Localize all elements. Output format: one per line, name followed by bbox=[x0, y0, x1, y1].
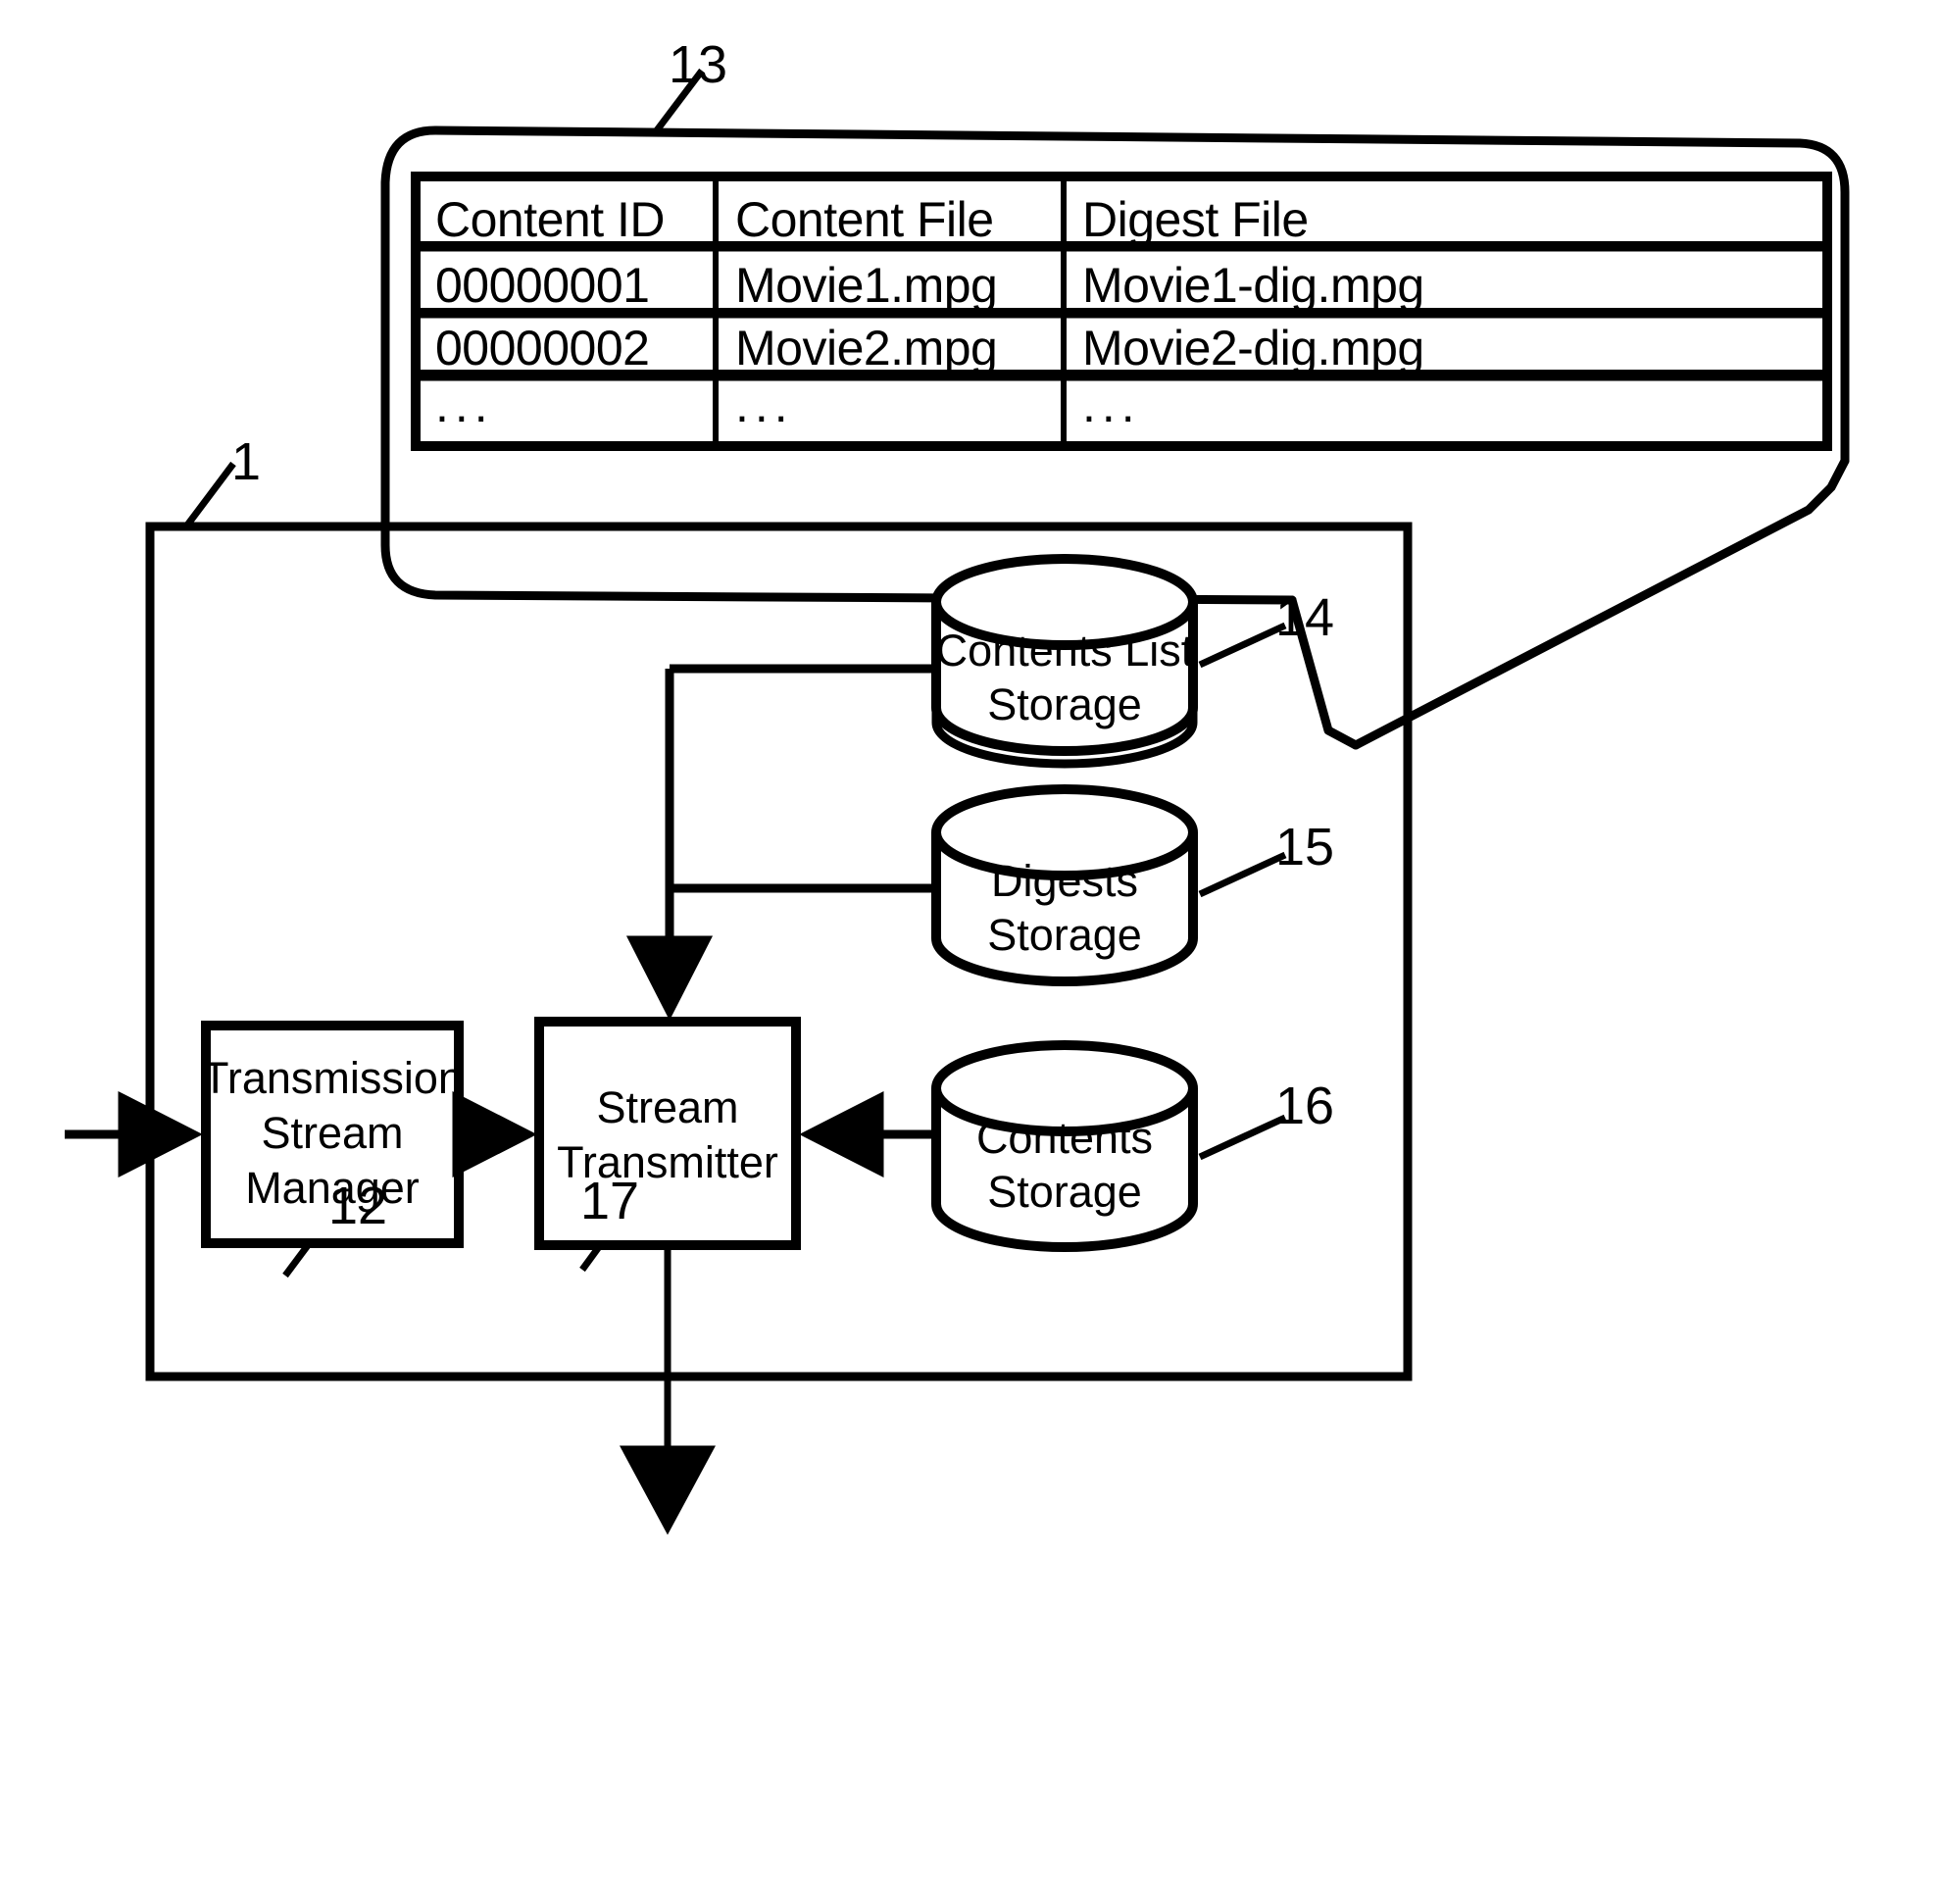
transmission-stream-manager-label-line1: Transmission bbox=[202, 1053, 463, 1103]
table-row: 00000001 bbox=[435, 258, 650, 313]
table-row: Movie1.mpg bbox=[735, 258, 998, 313]
table-header-content-id: Content ID bbox=[435, 192, 666, 247]
contents-storage-label-line2: Storage bbox=[987, 1167, 1142, 1217]
flow-connectors bbox=[65, 664, 934, 1535]
table-row: Movie2.mpg bbox=[735, 321, 998, 376]
table-row: ... bbox=[735, 377, 794, 432]
digests-storage-label-line1: Digests bbox=[990, 856, 1139, 906]
ref-14: 14 bbox=[1275, 588, 1335, 647]
contents-list-storage-label-line1: Contents List bbox=[935, 626, 1194, 676]
contents-storage-label-line1: Contents bbox=[975, 1113, 1154, 1163]
ref-15: 15 bbox=[1275, 818, 1335, 877]
table-header-digest-file: Digest File bbox=[1082, 192, 1309, 247]
ref-16: 16 bbox=[1275, 1077, 1335, 1135]
patent-figure: 13 1 14 15 16 12 17 Content ID Content F… bbox=[0, 0, 1940, 1904]
table-row: 00000002 bbox=[435, 321, 650, 376]
contents-list-storage-label-line2: Storage bbox=[987, 679, 1142, 729]
table-row: Movie1-dig.mpg bbox=[1082, 258, 1424, 313]
table-row: ... bbox=[435, 377, 494, 432]
table-header-content-file: Content File bbox=[735, 192, 994, 247]
transmission-stream-manager-label-line2: Stream bbox=[261, 1108, 404, 1158]
stream-transmitter-label-line2: Transmitter bbox=[557, 1137, 778, 1187]
ref-13: 13 bbox=[669, 35, 728, 94]
table-row: Movie2-dig.mpg bbox=[1082, 321, 1424, 376]
digests-storage-label-line2: Storage bbox=[987, 910, 1142, 960]
stream-transmitter-label-line1: Stream bbox=[596, 1082, 739, 1132]
transmission-stream-manager-label-line3: Manager bbox=[245, 1163, 420, 1213]
table-row: ... bbox=[1082, 377, 1141, 432]
ref-1: 1 bbox=[231, 432, 262, 491]
